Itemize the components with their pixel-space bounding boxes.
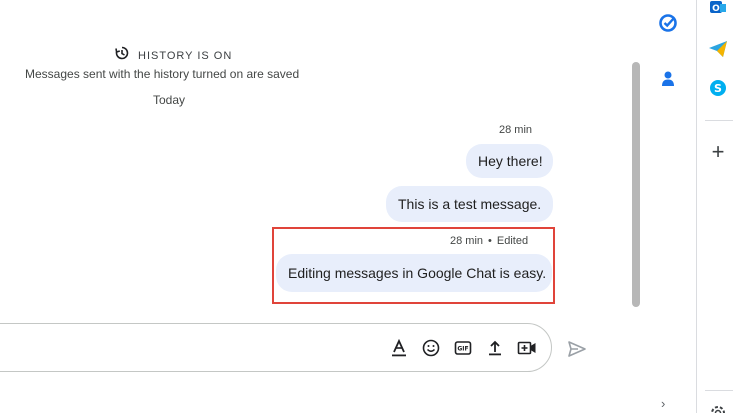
edited-label: Edited bbox=[496, 235, 529, 247]
history-title: HISTORY IS ON bbox=[138, 49, 233, 62]
message-bubble[interactable]: This is a test message. bbox=[386, 186, 553, 222]
extensions-rail: O S + bbox=[697, 0, 735, 413]
send-icon bbox=[568, 341, 586, 357]
message-meta: 28 min • Edited bbox=[450, 235, 528, 247]
emoji-icon[interactable] bbox=[421, 338, 441, 358]
message-bubble[interactable]: Hey there! bbox=[466, 144, 553, 178]
tasks-icon[interactable] bbox=[657, 12, 679, 34]
history-icon bbox=[114, 45, 130, 66]
rail-divider bbox=[705, 120, 733, 121]
date-divider: Today bbox=[153, 93, 186, 107]
settings-icon[interactable] bbox=[707, 402, 729, 413]
message-timestamp: 28 min bbox=[499, 124, 533, 136]
expand-panel-button[interactable]: › bbox=[661, 396, 665, 411]
separator-dot: • bbox=[488, 235, 492, 247]
video-meeting-icon[interactable] bbox=[517, 338, 537, 358]
message-bubble[interactable]: Editing messages in Google Chat is easy. bbox=[276, 254, 552, 292]
send-button[interactable] bbox=[566, 338, 588, 360]
skype-icon[interactable]: S bbox=[707, 77, 729, 99]
message-text: Editing messages in Google Chat is easy. bbox=[288, 265, 547, 281]
telegram-icon[interactable] bbox=[707, 38, 729, 60]
history-subtitle: Messages sent with the history turned on… bbox=[25, 67, 300, 81]
message-text: This is a test message. bbox=[398, 196, 542, 212]
svg-text:O: O bbox=[712, 4, 720, 14]
side-panel-rail: › bbox=[640, 0, 697, 413]
add-icon[interactable]: + bbox=[707, 139, 729, 164]
message-text: Hey there! bbox=[478, 153, 543, 169]
rail-divider bbox=[705, 390, 733, 391]
message-timestamp: 28 min bbox=[450, 235, 484, 247]
gif-icon[interactable]: GIF bbox=[453, 338, 473, 358]
gif-text: GIF bbox=[457, 346, 468, 353]
outlook-icon[interactable]: O bbox=[707, 0, 729, 20]
chat-area: HISTORY IS ON Messages sent with the his… bbox=[0, 0, 640, 413]
upload-icon[interactable] bbox=[485, 338, 505, 358]
scrollbar-thumb[interactable] bbox=[632, 62, 640, 307]
svg-text:S: S bbox=[714, 82, 722, 95]
contacts-icon[interactable] bbox=[657, 68, 679, 90]
history-status: HISTORY IS ON bbox=[114, 45, 232, 66]
format-text-icon[interactable] bbox=[389, 338, 409, 358]
